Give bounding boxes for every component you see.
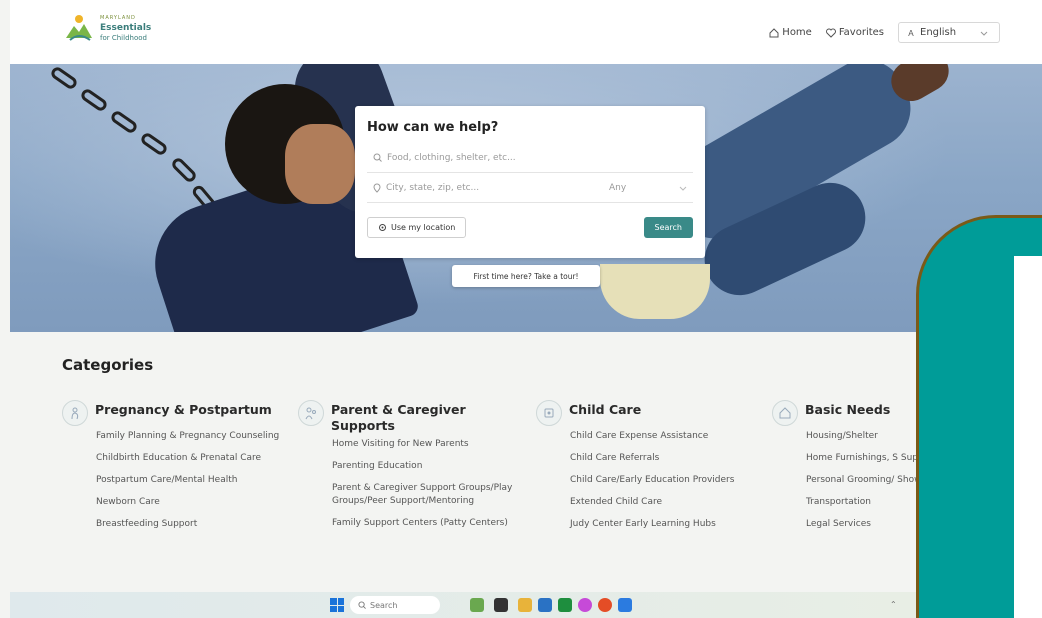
- category-link[interactable]: Parenting Education: [332, 460, 518, 473]
- take-tour-button[interactable]: First time here? Take a tour!: [452, 265, 600, 287]
- nav-favorites-label: Favorites: [838, 27, 884, 38]
- svg-text:Ａ: Ａ: [907, 29, 915, 38]
- category-link[interactable]: Family Support Centers (Patty Centers): [332, 517, 518, 530]
- nav-favorites[interactable]: Favorites: [825, 27, 884, 38]
- taskbar-search-input[interactable]: Search: [350, 596, 440, 614]
- use-my-location-button[interactable]: Use my location: [367, 217, 467, 238]
- category-link[interactable]: Judy Center Early Learning Hubs: [570, 518, 756, 531]
- nav-home-label: Home: [782, 27, 812, 38]
- search-button[interactable]: Search: [643, 217, 693, 238]
- location-input[interactable]: City, state, zip, etc...: [367, 173, 603, 203]
- pregnancy-icon: [62, 400, 88, 426]
- search-icon: [358, 601, 366, 609]
- location-target-icon: [379, 224, 386, 231]
- home-icon: [769, 27, 779, 37]
- edge-icon[interactable]: [618, 598, 632, 612]
- logo-line3: for Childhood: [100, 34, 147, 42]
- chevron-down-icon: [980, 31, 988, 36]
- map-pin-icon: [373, 183, 381, 193]
- search-card: How can we help? Food, clothing, shelter…: [355, 106, 705, 258]
- translate-icon: Ａ: [907, 29, 915, 38]
- basic-needs-icon: [772, 400, 798, 426]
- white-overlay-strip: [1014, 256, 1042, 618]
- child-care-icon: [536, 400, 562, 426]
- os-taskbar: Search ⌃: [10, 592, 916, 618]
- category-link[interactable]: Newborn Care: [96, 496, 282, 509]
- file-explorer-icon[interactable]: [518, 598, 532, 612]
- category-title[interactable]: Pregnancy & Postpartum: [95, 402, 272, 418]
- logo-mark-icon: [62, 12, 96, 44]
- radius-select[interactable]: Any: [603, 173, 693, 203]
- category-title[interactable]: Parent & Caregiver Supports: [331, 402, 518, 434]
- widgets-icon[interactable]: [470, 598, 484, 612]
- category-link[interactable]: Parent & Caregiver Support Groups/Play G…: [332, 482, 518, 508]
- task-view-icon[interactable]: [494, 598, 508, 612]
- search-icon: [373, 153, 382, 162]
- category-link[interactable]: Childbirth Education & Prenatal Care: [96, 452, 282, 465]
- copilot-icon[interactable]: [578, 598, 592, 612]
- category-link[interactable]: Breastfeeding Support: [96, 518, 282, 531]
- category-parent-caregiver-supports: Parent & Caregiver Supports Home Visitin…: [298, 400, 518, 539]
- radius-value: Any: [609, 182, 627, 193]
- chevron-down-icon: [679, 186, 687, 191]
- category-title[interactable]: Basic Needs: [805, 402, 890, 418]
- category-title[interactable]: Child Care: [569, 402, 641, 418]
- categories-heading: Categories: [62, 356, 154, 374]
- top-nav: Home Favorites Ａ English: [755, 22, 1000, 43]
- search-query-placeholder: Food, clothing, shelter, etc...: [387, 152, 516, 163]
- chrome-icon[interactable]: [598, 598, 612, 612]
- taskbar-search-placeholder: Search: [370, 600, 398, 610]
- location-placeholder: City, state, zip, etc...: [386, 182, 480, 193]
- site-header: MARYLAND Essentials for Childhood Home F…: [10, 0, 1042, 64]
- logo-line2: Essentials: [100, 23, 152, 33]
- category-link[interactable]: Home Visiting for New Parents: [332, 438, 518, 451]
- nav-home[interactable]: Home: [769, 27, 812, 38]
- excel-icon[interactable]: [558, 598, 572, 612]
- logo-line1: MARYLAND: [100, 15, 136, 21]
- windows-start-icon[interactable]: [330, 598, 344, 612]
- category-link[interactable]: Child Care/Early Education Providers: [570, 474, 756, 487]
- search-query-input[interactable]: Food, clothing, shelter, etc...: [367, 143, 693, 173]
- category-link[interactable]: Child Care Expense Assistance: [570, 430, 756, 443]
- category-link[interactable]: Family Planning & Pregnancy Counseling: [96, 430, 282, 443]
- use-my-location-label: Use my location: [391, 223, 456, 232]
- category-link[interactable]: Postpartum Care/Mental Health: [96, 474, 282, 487]
- chevron-up-icon[interactable]: ⌃: [890, 600, 897, 609]
- heart-icon: [825, 28, 836, 38]
- category-link[interactable]: Extended Child Care: [570, 496, 756, 509]
- site-logo[interactable]: MARYLAND Essentials for Childhood: [62, 12, 151, 44]
- category-pregnancy-postpartum: Pregnancy & Postpartum Family Planning &…: [62, 400, 282, 540]
- language-select[interactable]: Ａ English: [898, 22, 1000, 43]
- language-value: English: [920, 27, 957, 38]
- category-link[interactable]: Child Care Referrals: [570, 452, 756, 465]
- mail-icon[interactable]: [538, 598, 552, 612]
- parent-caregiver-icon: [298, 400, 324, 426]
- search-title: How can we help?: [367, 120, 499, 135]
- category-child-care: Child Care Child Care Expense Assistance…: [536, 400, 756, 540]
